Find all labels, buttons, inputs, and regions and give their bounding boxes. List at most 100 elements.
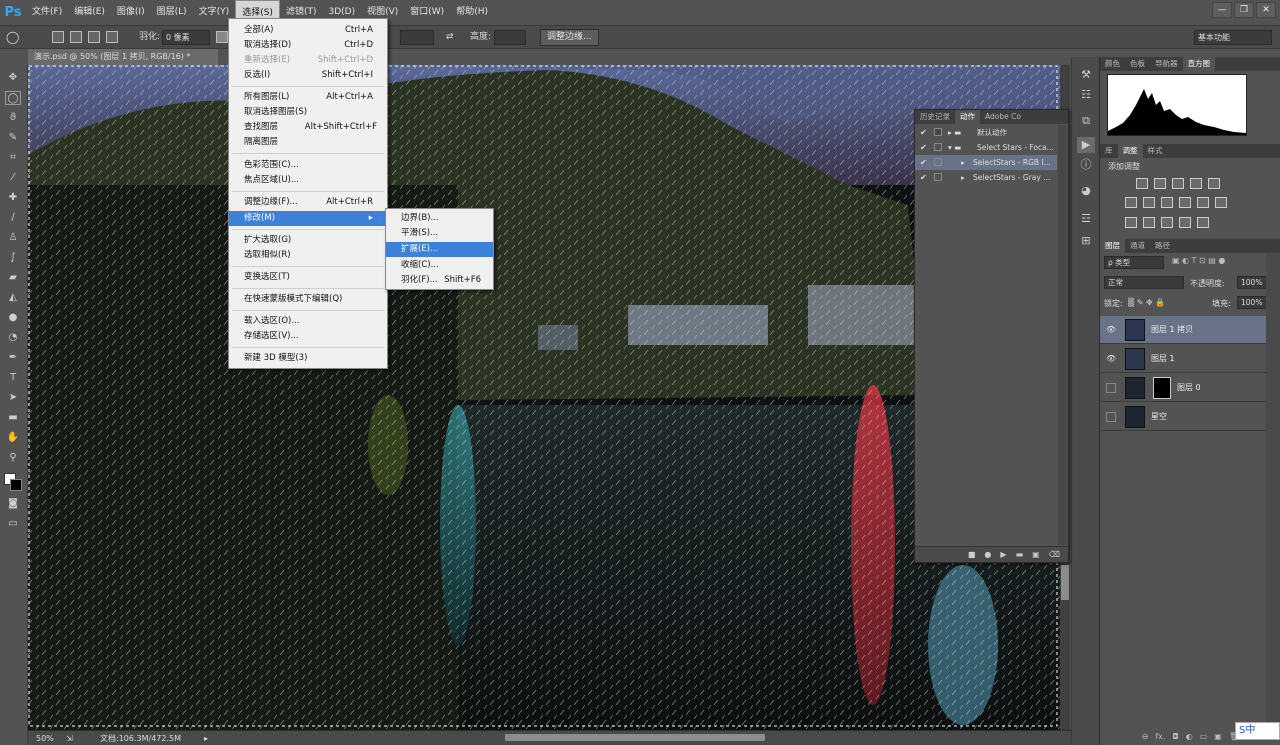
dodge-tool-icon[interactable]: ◔ [5,331,21,345]
document-tab[interactable]: 演示.psd @ 50% (图层 1 拷贝, RGB/16) * [28,49,218,65]
menu-file[interactable]: 文件(F) [26,0,68,25]
status-arrow-icon[interactable]: ▸ [204,732,208,745]
hand-tool-icon[interactable]: ✋ [5,431,21,445]
tab-adobe-color[interactable]: Adobe Co [980,110,1026,124]
menu-option[interactable]: 选取相似(R) [229,248,387,263]
info-icon[interactable]: ⓘ [1077,157,1095,173]
menu-window[interactable]: 窗口(W) [404,0,450,25]
menu-option[interactable]: 存储选区(V)... [229,329,387,344]
menu-option-modify[interactable]: 修改(M) ▸ [229,211,387,226]
curves-icon[interactable] [1172,178,1184,189]
action-row[interactable]: ✔ ▸ SelectStars - RGB I... [915,155,1057,170]
type-tool-icon[interactable]: T [5,371,21,385]
subtract-selection-icon[interactable] [88,31,100,43]
dialog-toggle[interactable] [934,173,942,181]
menu-option[interactable]: 焦点区域(U)... [229,173,387,188]
menu-option[interactable]: 重新选择(E) Shift+Ctrl+D [229,53,387,68]
record-icon[interactable]: ● [984,547,991,562]
collapse-arrow-icon[interactable]: ▾ ▬ [948,140,961,155]
clone-stamp-tool-icon[interactable]: ♙ [5,231,21,245]
blend-mode-select[interactable]: 正常 [1104,276,1184,289]
play-icon[interactable]: ▶ [1000,547,1006,562]
invert-icon[interactable] [1125,217,1137,228]
sliders-icon[interactable]: ☷ [1077,87,1095,103]
zoom-readout[interactable]: 50% [36,732,54,745]
tab-history[interactable]: 历史记录 [915,110,955,124]
tab-layers[interactable]: 图层 [1100,239,1125,253]
menu-help[interactable]: 帮助(H) [450,0,494,25]
move-tool-icon[interactable]: ✥ [5,71,21,85]
history-brush-tool-icon[interactable]: ∫ [5,251,21,265]
layer-row[interactable]: 图层 0 [1100,374,1266,402]
expand-arrow-icon[interactable]: ▸ ▬ [948,125,961,140]
tab-channels[interactable]: 通道 [1125,239,1150,253]
layer-row[interactable]: 星空 [1100,403,1266,431]
new-group-icon[interactable]: ▭ [1200,729,1208,745]
layer-filter-select[interactable]: ρ 类型 [1104,256,1164,269]
submenu-option-expand[interactable]: 扩展(E)... [386,242,493,257]
horizontal-scrollbar-thumb[interactable] [505,734,765,741]
menu-option[interactable]: 载入选区(O)... [229,314,387,329]
workspace-select[interactable]: 基本功能 [1194,30,1272,45]
adjustment-layer-icon[interactable]: ◐ [1186,729,1193,745]
eyedropper-tool-icon[interactable]: ⁄ [5,171,21,185]
posterize-icon[interactable] [1143,217,1155,228]
zoom-tool-icon[interactable]: ⚲ [5,451,21,465]
checkmark-icon[interactable]: ✔ [920,170,927,185]
marquee-tool-icon[interactable]: ◯ [6,29,19,45]
eye-icon[interactable]: 👁 [1106,325,1116,335]
actions-icon[interactable]: ▶ [1077,137,1095,153]
visibility-off-box[interactable] [1106,412,1116,422]
healing-brush-tool-icon[interactable]: ✚ [5,191,21,205]
menu-option[interactable]: 查找图层 Alt+Shift+Ctrl+F [229,120,387,135]
fx-icon[interactable]: fx. [1155,729,1165,745]
tab-swatches[interactable]: 色板 [1125,57,1150,71]
close-button[interactable]: ✕ [1256,2,1276,18]
feather-input[interactable]: 0 像素 [162,30,210,45]
new-set-icon[interactable]: ▬ [1016,547,1024,562]
tab-histogram[interactable]: 直方图 [1182,57,1215,71]
brightness-icon[interactable] [1136,178,1148,189]
histogram-warning-icon[interactable]: ▲ [1234,79,1241,89]
menu-option[interactable]: 取消选择图层(S) [229,105,387,120]
new-action-icon[interactable]: ▣ [1032,547,1040,562]
dialog-toggle[interactable] [934,158,942,166]
history-icon[interactable]: ⧉ [1077,113,1095,129]
tab-navigator[interactable]: 导航器 [1150,57,1183,71]
exposure-icon[interactable] [1190,178,1202,189]
color-lookup-icon[interactable] [1215,197,1227,208]
visibility-off-box[interactable] [1106,383,1116,393]
dialog-toggle[interactable] [934,128,942,136]
color-picker-icon[interactable]: ◕ [1077,183,1095,199]
rectangle-tool-icon[interactable]: ▬ [5,411,21,425]
tool-presets-icon[interactable] [1077,219,1095,235]
link-layers-icon[interactable]: ⊖ [1142,729,1149,745]
menu-option[interactable]: 调整边缘(F)... Alt+Ctrl+R [229,195,387,210]
action-set-row[interactable]: ✔ ▸ ▬ 默认动作 [915,125,1057,140]
minimize-button[interactable]: — [1212,2,1232,18]
gradient-map-icon[interactable] [1179,217,1191,228]
anti-alias-checkbox[interactable] [216,31,228,43]
menu-option[interactable]: 扩大选取(G) [229,233,387,248]
hue-saturation-icon[interactable] [1125,197,1137,208]
lasso-tool-icon[interactable]: ϑ [5,111,21,125]
expand-arrow-icon[interactable]: ▸ [961,170,965,185]
eraser-tool-icon[interactable]: ▰ [5,271,21,285]
menu-option[interactable]: 所有图层(L) Alt+Ctrl+A [229,90,387,105]
menu-option[interactable]: 变换选区(T) [229,270,387,285]
tab-actions[interactable]: 动作 [955,110,980,124]
menu-image[interactable]: 图像(I) [111,0,151,25]
black-white-icon[interactable] [1161,197,1173,208]
photo-filter-icon[interactable] [1179,197,1191,208]
screen-mode-icon[interactable]: ▭ [5,517,21,531]
menu-option[interactable]: 在快速蒙版模式下编辑(Q) [229,292,387,307]
layers-scrollbar[interactable] [1266,253,1280,729]
channel-mixer-icon[interactable] [1197,197,1209,208]
tab-paths[interactable]: 路径 [1150,239,1175,253]
vibrance-icon[interactable] [1208,178,1220,189]
add-mask-icon[interactable]: ◘ [1172,729,1178,745]
action-row[interactable]: ✔ ▸ SelectStars - Gray ... [915,170,1057,185]
new-layer-icon[interactable]: ▣ [1214,729,1222,745]
checkmark-icon[interactable]: ✔ [920,125,927,140]
menu-option[interactable]: 取消选择(D) Ctrl+D [229,38,387,53]
